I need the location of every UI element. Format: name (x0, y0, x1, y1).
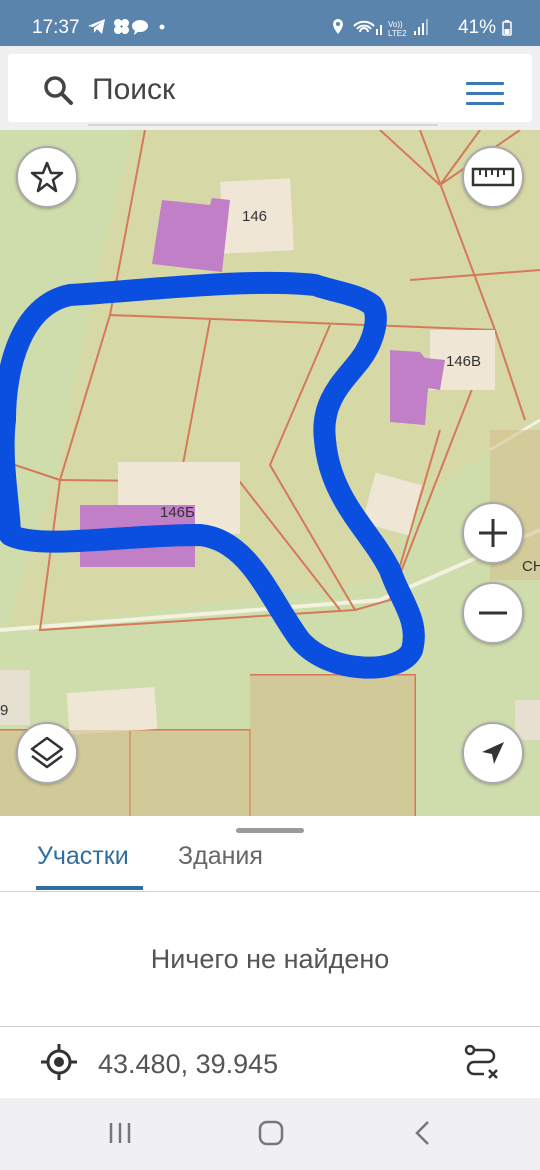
status-right: Vo)) LTE2 41% (332, 17, 512, 39)
zoom-in-button[interactable] (462, 502, 524, 564)
search-box (8, 54, 532, 126)
tab-bar: Участки Здания (0, 826, 540, 892)
recent-apps-icon[interactable] (100, 1118, 140, 1148)
tab-buildings[interactable]: Здания (178, 842, 263, 871)
tab-parcels[interactable]: Участки (37, 842, 129, 871)
coordinates-value[interactable]: 43.480, 39.945 (98, 1049, 278, 1080)
route-icon[interactable] (462, 1043, 500, 1083)
map-canvas[interactable] (0, 130, 540, 816)
crosshair-icon[interactable] (40, 1043, 78, 1081)
plus-icon (479, 519, 507, 547)
coordinates-bar: 43.480, 39.945 (0, 1026, 540, 1098)
search-icon[interactable] (42, 74, 74, 106)
layers-button[interactable] (16, 722, 78, 784)
parcel-label: СН (522, 558, 540, 575)
parcel-label: 146 (242, 208, 268, 225)
parcel-label: 9 (0, 702, 9, 719)
favorite-button[interactable] (16, 146, 78, 208)
navigation-arrow-icon (482, 742, 504, 764)
parcel-label: 146Б (160, 504, 195, 521)
status-indicators-icon: Vo)) LTE2 (332, 19, 428, 38)
search-bar-container (0, 46, 540, 130)
status-time: 17:37 (32, 17, 80, 38)
parcel-fill (250, 675, 415, 816)
locate-button[interactable] (462, 722, 524, 784)
search-underline (88, 124, 438, 126)
minus-icon (479, 611, 507, 615)
active-tab-indicator (36, 886, 143, 890)
footprint (515, 700, 540, 740)
ruler-button[interactable] (462, 146, 524, 208)
layers-icon (30, 736, 64, 769)
chat-icon (132, 20, 148, 35)
building (152, 198, 230, 272)
drag-handle[interactable] (236, 828, 304, 833)
status-bar: 17:37 Vo)) LTE2 41% (0, 0, 540, 46)
green-area (0, 130, 135, 650)
battery-level: 41% (457, 17, 496, 38)
parcel-fill (130, 730, 250, 816)
map-view[interactable]: 146 146В 146Б СН 9 (0, 130, 540, 816)
svg-text:Vo)): Vo)) (388, 20, 403, 29)
system-navigation-bar (0, 1098, 540, 1170)
search-input[interactable] (92, 68, 432, 112)
footprint (66, 686, 158, 736)
empty-results-message: Ничего не найдено (150, 944, 390, 974)
star-icon (30, 161, 64, 193)
ruler-icon (471, 167, 515, 187)
menu-icon[interactable] (466, 82, 504, 108)
building (390, 350, 445, 425)
notification-icons (88, 17, 168, 42)
svg-text:LTE2: LTE2 (388, 29, 407, 38)
flower-icon (114, 19, 129, 34)
parcel-label: 146В (446, 353, 482, 370)
home-icon[interactable] (250, 1118, 290, 1148)
back-icon[interactable] (404, 1118, 444, 1148)
battery-icon (502, 20, 512, 36)
telegram-icon (88, 19, 165, 35)
zoom-out-button[interactable] (462, 582, 524, 644)
